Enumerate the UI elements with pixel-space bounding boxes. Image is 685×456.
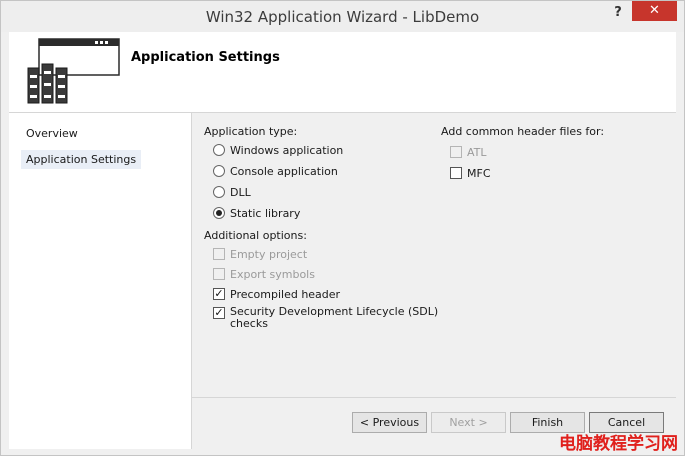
help-button[interactable]: ? bbox=[606, 3, 630, 23]
checkbox-mfc[interactable]: MFC bbox=[450, 165, 491, 181]
window-title: Win32 Application Wizard - LibDemo bbox=[205, 8, 480, 26]
radio-label: DLL bbox=[230, 185, 251, 199]
radio-windows-application[interactable]: Windows application bbox=[213, 142, 343, 158]
radio-circle[interactable] bbox=[213, 186, 225, 198]
radio-circle[interactable] bbox=[213, 144, 225, 156]
radio-circle-selected[interactable] bbox=[213, 207, 225, 219]
checkbox-export-symbols: Export symbols bbox=[213, 266, 315, 282]
nav-pane: Overview Application Settings bbox=[9, 113, 192, 449]
checkbox-checked[interactable]: ✓ bbox=[213, 307, 225, 319]
checkbox-checked[interactable]: ✓ bbox=[213, 288, 225, 300]
checkbox-precompiled-header[interactable]: ✓ Precompiled header bbox=[213, 286, 340, 302]
previous-button[interactable]: < Previous bbox=[352, 412, 427, 433]
radio-static-library[interactable]: Static library bbox=[213, 205, 300, 221]
checkbox-empty-project: Empty project bbox=[213, 246, 307, 262]
checkbox-box bbox=[213, 268, 225, 280]
radio-label: Console application bbox=[230, 164, 338, 178]
app-type-label: Application type: bbox=[204, 125, 298, 138]
checkbox-label: Precompiled header bbox=[230, 287, 341, 301]
wizard-library-icon bbox=[27, 38, 120, 104]
nav-item-application-settings[interactable]: Application Settings bbox=[21, 150, 142, 169]
header-files-label: Add common header files for: bbox=[441, 125, 605, 138]
wizard-window: Win32 Application Wizard - LibDemo ? ✕ A… bbox=[0, 0, 685, 456]
title-bar[interactable]: Win32 Application Wizard - LibDemo ? ✕ bbox=[1, 1, 684, 32]
checkbox-label: MFC bbox=[467, 166, 491, 180]
checkbox-label: ATL bbox=[467, 145, 487, 159]
radio-label: Static library bbox=[230, 206, 301, 220]
radio-label: Windows application bbox=[230, 143, 344, 157]
checkbox-label: Empty project bbox=[230, 247, 308, 261]
close-icon: ✕ bbox=[649, 3, 660, 18]
checkbox-label: Export symbols bbox=[230, 267, 315, 281]
checkbox-box[interactable] bbox=[450, 167, 462, 179]
radio-dll[interactable]: DLL bbox=[213, 184, 251, 200]
watermark-text: 电脑教程学习网 bbox=[559, 434, 678, 454]
nav-item-overview[interactable]: Overview bbox=[21, 124, 83, 143]
additional-options-label: Additional options: bbox=[204, 229, 307, 242]
checkbox-atl: ATL bbox=[450, 144, 487, 160]
checkbox-sdl-checks[interactable]: ✓ Security Development Lifecycle (SDL) c… bbox=[213, 306, 438, 334]
settings-pane: Application type: Windows application Co… bbox=[192, 113, 676, 397]
wizard-body: Overview Application Settings Applicatio… bbox=[9, 113, 676, 450]
radio-console-application[interactable]: Console application bbox=[213, 163, 338, 179]
checkbox-box bbox=[450, 146, 462, 158]
checkbox-box bbox=[213, 248, 225, 260]
wizard-header: Application Settings bbox=[9, 32, 676, 113]
close-button[interactable]: ✕ bbox=[632, 1, 677, 21]
next-button[interactable]: Next > bbox=[431, 412, 506, 433]
radio-circle[interactable] bbox=[213, 165, 225, 177]
sdl-label-line2: checks bbox=[230, 317, 268, 330]
page-title: Application Settings bbox=[131, 50, 280, 65]
checkbox-label: Security Development Lifecycle (SDL) che… bbox=[230, 306, 438, 330]
